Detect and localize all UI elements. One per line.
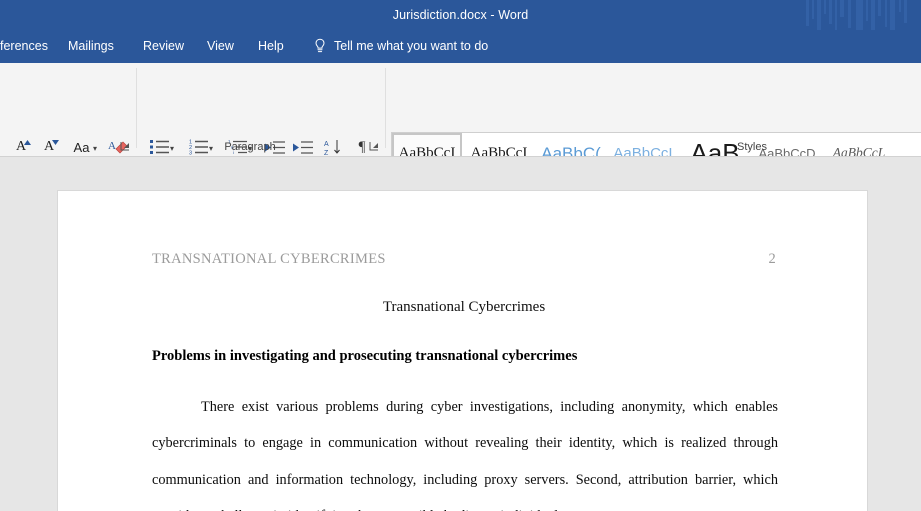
pilcrow-icon: ¶ [358, 138, 366, 155]
group-separator [385, 68, 386, 148]
tab-help[interactable]: Help [258, 30, 284, 63]
svg-text:A: A [324, 141, 329, 148]
bullets-icon [149, 140, 169, 154]
title-bar: Jurisdiction.docx - Word [0, 0, 921, 30]
paragraph-dialog-launcher[interactable] [368, 140, 381, 153]
style-subtle-emphasis[interactable]: AaBbCcL Subtle Em... [823, 133, 895, 157]
style-heading-2[interactable]: AaBbCcI Heading 2 [607, 133, 679, 157]
lightbulb-icon [315, 38, 325, 53]
style-heading-1[interactable]: AaBbC( Heading 1 [535, 133, 607, 157]
group-separator [136, 68, 137, 148]
arrow-up-icon [24, 140, 31, 145]
paragraph-group-label: Paragraph [224, 141, 276, 153]
document-title: Transnational Cybercrimes [382, 299, 546, 315]
style-preview: AaBbC( [541, 143, 601, 157]
tell-me-label: Tell me what you want to do [334, 39, 489, 53]
change-case-button[interactable]: Aa ▾ [63, 135, 100, 156]
style-normal[interactable]: AaBbCcI ¶ Normal [392, 133, 462, 157]
tab-references[interactable]: ferences [0, 30, 48, 63]
ribbon-tab-strip: ferences Mailings Review View Help Tell … [0, 30, 921, 63]
window-title: Jurisdiction.docx - Word [392, 8, 529, 22]
dialog-launcher-icon [369, 142, 378, 151]
document-heading: Problems in investigating and prosecutin… [152, 348, 578, 364]
change-case-glyph: Aa [73, 139, 90, 155]
style-emphasis[interactable]: Aa Em [895, 133, 921, 156]
svg-text:A: A [108, 140, 116, 152]
tell-me-search[interactable]: Tell me what you want to do [313, 30, 488, 63]
word-window: Jurisdiction.docx - Word ferences Mailin… [0, 0, 921, 511]
arrow-down-icon [52, 140, 59, 145]
style-preview: AaBbCcI [398, 144, 456, 157]
page-header: TRANSNATIONAL CYBERCRIMES 2 [152, 251, 776, 268]
sort-icon: A Z [324, 139, 340, 156]
tab-mailings[interactable]: Mailings [68, 30, 114, 63]
chevron-down-icon: ▾ [92, 144, 97, 153]
styles-group-label: Styles [737, 141, 767, 153]
document-body-paragraph: There exist various problems during cybe… [152, 399, 778, 511]
header-title: TRANSNATIONAL CYBERCRIMES [152, 251, 386, 267]
shrink-font-button[interactable]: A [36, 135, 62, 156]
tab-review[interactable]: Review [143, 30, 184, 63]
font-dialog-launcher[interactable] [119, 140, 132, 153]
tab-view[interactable]: View [207, 30, 234, 63]
bullets-button[interactable]: ▾ [143, 135, 176, 156]
grow-font-button[interactable]: A [8, 135, 34, 156]
dialog-launcher-icon [120, 142, 129, 151]
style-no-spacing[interactable]: AaBbCcI ¶ No Spac... [463, 133, 535, 157]
document-page[interactable]: TRANSNATIONAL CYBERCRIMES 2 Transnationa… [57, 190, 868, 511]
sort-button[interactable]: A Z [320, 135, 346, 156]
style-preview: AaBbCcI [613, 144, 673, 157]
document-canvas[interactable]: TRANSNATIONAL CYBERCRIMES 2 Transnationa… [0, 158, 921, 511]
svg-text:Z: Z [324, 150, 329, 156]
chevron-down-icon: ▾ [169, 144, 174, 153]
styles-gallery[interactable]: AaBbCcI ¶ Normal AaBbCcI ¶ No Spac... Aa… [391, 132, 921, 157]
style-preview: AaBbCcL [832, 145, 886, 157]
ribbon: A A Aa ▾ A A ▾ ab [0, 63, 921, 157]
style-preview: AaBbCcI [470, 144, 528, 157]
page-number: 2 [768, 251, 776, 267]
